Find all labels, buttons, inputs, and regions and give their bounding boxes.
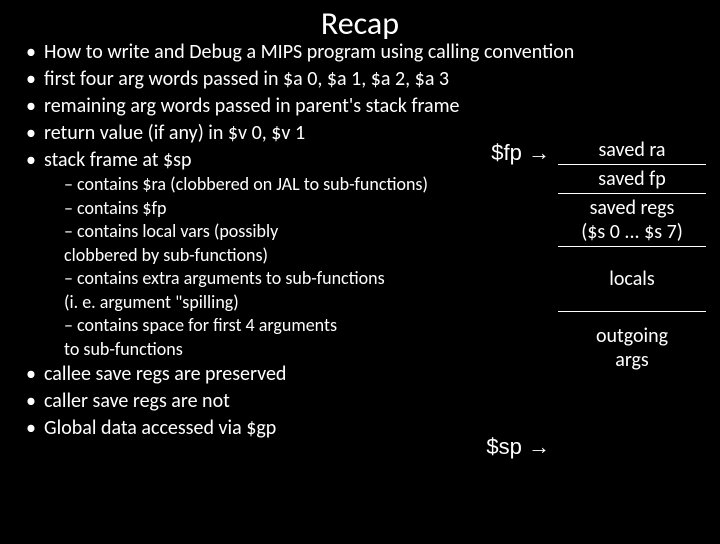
bullet-item: remaining arg words passed in parent's s… bbox=[44, 94, 700, 119]
frame-text: outgoing bbox=[596, 324, 668, 348]
bullet-item: first four arg words passed in $a 0, $a … bbox=[44, 67, 700, 92]
fp-pointer-label: $fp → bbox=[491, 140, 550, 166]
frame-cell-saved-ra: saved ra bbox=[558, 136, 706, 165]
frame-cell-saved-regs: saved regs ($s 0 ... $s 7) bbox=[558, 194, 706, 247]
sp-pointer-label: $sp → bbox=[486, 434, 550, 460]
frame-cell-outgoing-args: outgoing args bbox=[558, 312, 706, 384]
bullet-text: stack frame at $sp bbox=[44, 148, 191, 172]
bullet-item: caller save regs are not bbox=[44, 389, 700, 414]
frame-text: ($s 0 ... $s 7) bbox=[581, 220, 683, 244]
frame-cell-saved-fp: saved fp bbox=[558, 165, 706, 194]
frame-cell-locals: locals bbox=[558, 247, 706, 312]
frame-text: saved regs bbox=[590, 196, 675, 220]
bullet-item: Global data accessed via $gp bbox=[44, 416, 700, 441]
bullet-item: How to write and Debug a MIPS program us… bbox=[44, 40, 700, 65]
stack-frame-diagram: saved ra saved fp saved regs ($s 0 ... $… bbox=[558, 136, 706, 384]
frame-text: args bbox=[615, 348, 649, 372]
slide-title: Recap bbox=[0, 4, 720, 43]
